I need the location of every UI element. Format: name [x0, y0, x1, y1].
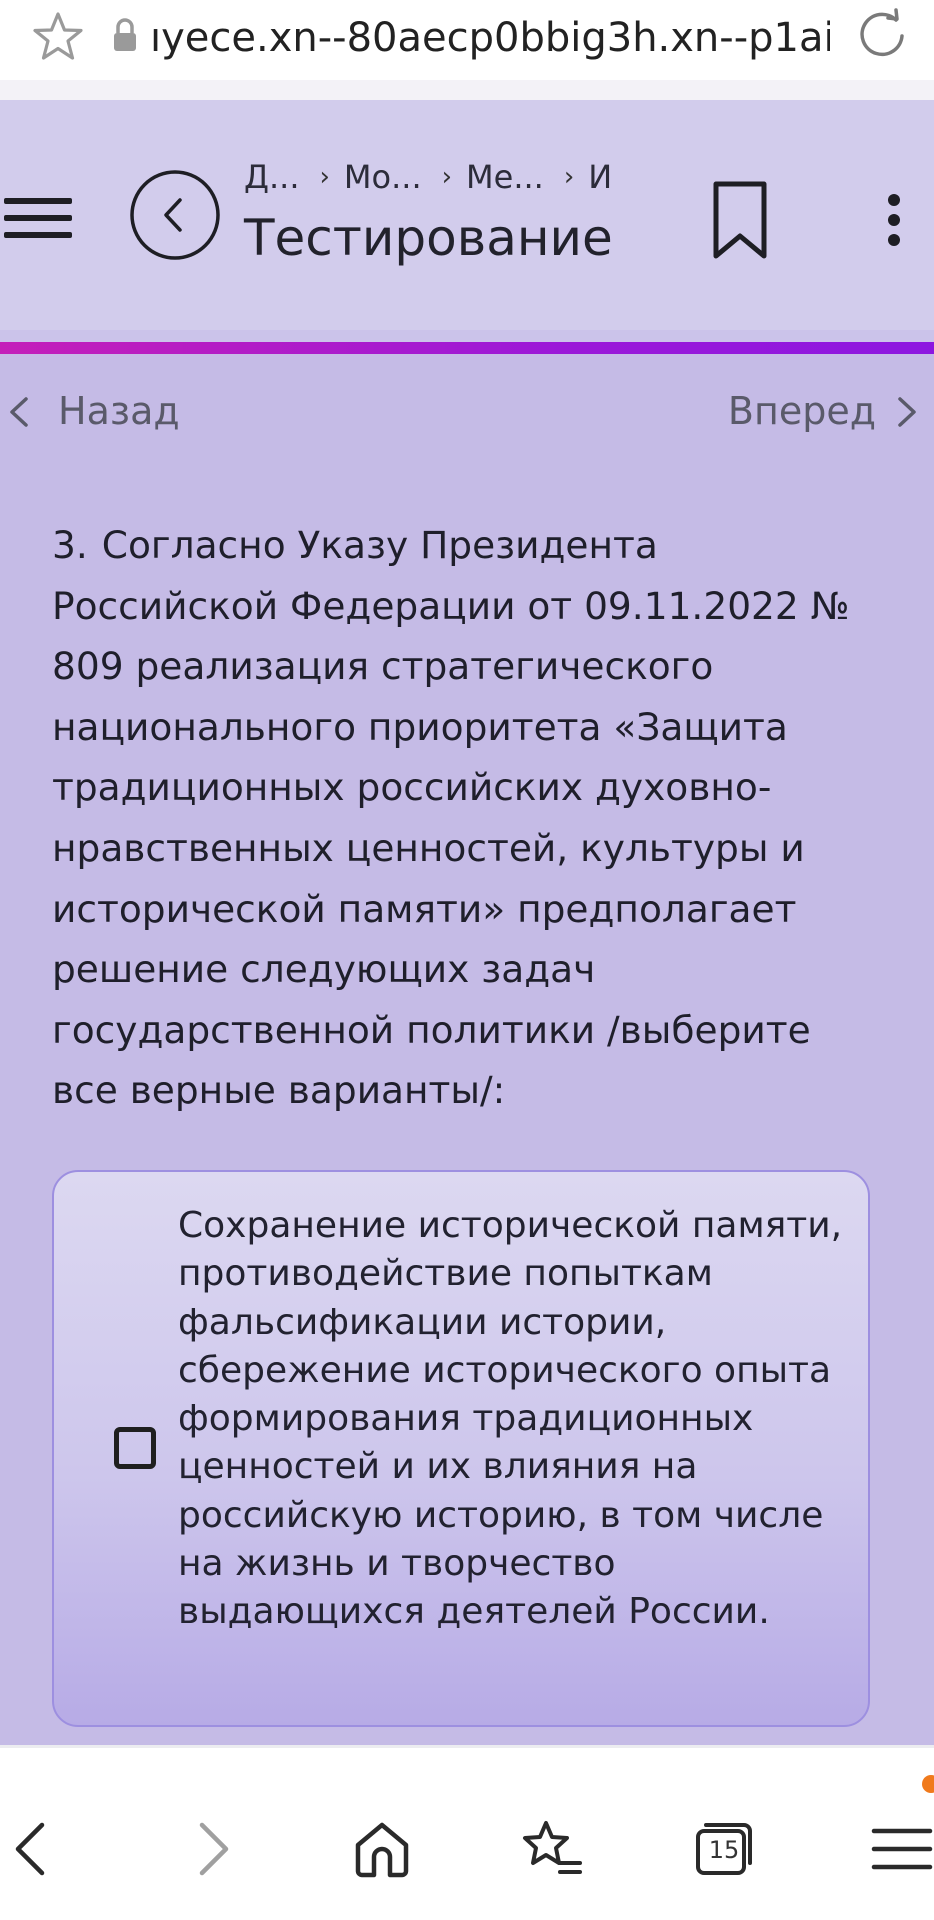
browser-back-icon[interactable] — [0, 1817, 64, 1881]
page-title: Тестирование — [244, 209, 613, 267]
hamburger-menu-icon[interactable] — [4, 188, 74, 248]
page-header: Д... › Мо... › Ме... › И Тестирование — [0, 100, 934, 330]
header-shadow — [0, 330, 934, 342]
answer-checkbox[interactable] — [114, 1427, 156, 1469]
tabs-count: 15 — [708, 1836, 740, 1864]
toolbar-divider — [0, 1745, 934, 1748]
nav-forward-label: Вперед — [727, 389, 876, 433]
favorite-star-icon[interactable] — [28, 8, 88, 68]
breadcrumb-item[interactable]: Мо... — [344, 158, 422, 196]
home-icon[interactable] — [350, 1817, 414, 1881]
browser-forward-icon[interactable] — [180, 1817, 244, 1881]
chevron-right-icon: › — [319, 162, 330, 192]
page-content: Д... › Мо... › Ме... › И Тестирование Назад Вп… — [0, 100, 934, 1745]
question-text-block: 3. Согласно Указу Президента Российской Ф… — [52, 515, 872, 1121]
answer-option-text: Сохранение исторической памяти, противод… — [178, 1205, 843, 1633]
browser-menu-icon[interactable] — [870, 1817, 934, 1881]
breadcrumb: Д... › Мо... › Ме... › И — [244, 156, 634, 202]
lock-icon — [114, 18, 136, 51]
accent-divider — [0, 342, 934, 354]
reload-icon[interactable] — [852, 6, 912, 66]
nav-forward-button[interactable]: Вперед — [694, 386, 934, 436]
chevron-left-icon — [10, 397, 28, 427]
breadcrumb-item[interactable]: Ме... — [466, 158, 544, 196]
tabs-button[interactable]: 15 — [692, 1817, 756, 1881]
more-options-icon[interactable] — [876, 190, 912, 250]
breadcrumb-item[interactable]: И — [588, 158, 612, 196]
question-number: 3. — [52, 523, 88, 567]
answer-option[interactable]: Сохранение исторической памяти, противод… — [52, 1170, 870, 1727]
nav-back-button[interactable]: Назад — [0, 386, 240, 436]
back-circle-button[interactable] — [128, 168, 222, 262]
chevron-right-icon — [898, 397, 916, 427]
chevron-right-icon: › — [563, 162, 575, 192]
notification-dot — [922, 1775, 934, 1793]
url-text[interactable]: ıyece.xn--80aecp0bbig3h.xn--p1ai — [150, 8, 830, 68]
chevron-right-icon: › — [441, 162, 453, 192]
browser-url-bar: ıyece.xn--80aecp0bbig3h.xn--p1ai — [0, 0, 934, 78]
bookmark-icon[interactable] — [708, 178, 772, 262]
url-bar-separator — [0, 80, 934, 100]
browser-bottom-toolbar: 15 — [0, 1745, 934, 1920]
question-text: Согласно Указу Президента Российской Фед… — [52, 523, 850, 1113]
breadcrumb-item[interactable]: Д... — [244, 158, 300, 196]
favorites-list-icon[interactable] — [520, 1817, 584, 1881]
nav-back-label: Назад — [58, 389, 180, 433]
